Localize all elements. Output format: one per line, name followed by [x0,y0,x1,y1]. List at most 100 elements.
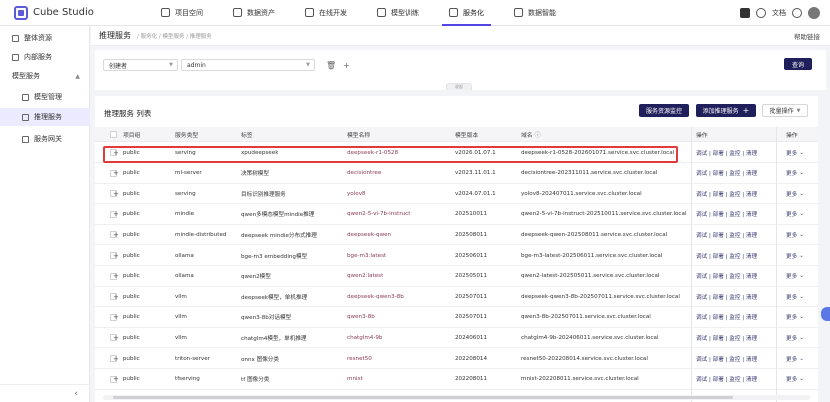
cell-text: v2023.11.01.1 [455,170,496,177]
cell-more[interactable]: 更多 ⌄ [786,267,804,286]
cell-ops[interactable]: 调试 | 部署 | 监控 | 清理 [696,184,757,203]
sidebar-collapse-button[interactable]: ‹ [0,384,90,402]
user-avatar[interactable] [808,7,820,19]
expand-plus-icon[interactable]: + [113,190,119,198]
cell-text: deepseek-qwen [347,231,392,238]
help-link[interactable]: 帮助链接 [794,31,820,41]
sidebar-item-service-gateway[interactable]: 服务网关 [0,130,90,148]
cell-more[interactable]: 更多 ⌄ [786,287,804,306]
col-header-label[interactable]: 标签 [241,127,253,141]
docs-link[interactable]: 文档 [772,8,786,18]
cell-ops[interactable]: 调试 | 部署 | 监控 | 清理 [696,328,757,347]
language-icon[interactable] [740,8,750,18]
nav-online-dev[interactable]: 在线开发 [290,0,362,26]
select-all-checkbox[interactable] [110,127,117,141]
cell-ops[interactable]: 调试 | 部署 | 监控 | 清理 [696,370,757,389]
cell-more[interactable]: 更多 ⌄ [786,308,804,327]
page-title: 推理服务 [99,31,131,40]
cell-domain: qwen3-8b-202507011.service.svc.cluster.l… [521,308,651,327]
nav-data-assets[interactable]: 数据资产 [218,0,290,26]
table-row[interactable]: + public vllm chatglm4模型，单机推理 chatglm4-9b 202… [95,328,818,349]
cell-more[interactable]: 更多 ⌄ [786,328,804,347]
sidebar-group-model-services[interactable]: 模型服务 ▲ [0,67,90,85]
col-header-domain[interactable]: 域名 ⓘ [521,127,541,141]
cube-logo-icon [14,5,28,20]
expand-plus-icon[interactable]: + [113,272,119,280]
cell-text: 更多 [786,315,798,322]
cell-more[interactable]: 更多 ⌄ [786,246,804,265]
nav-model-training[interactable]: 模型训练 [362,0,434,26]
expand-plus-icon[interactable]: + [113,293,119,301]
query-button[interactable]: 查询 [784,58,812,70]
cell-ops[interactable]: 调试 | 部署 | 监控 | 清理 [696,287,757,306]
gateway-icon [22,135,29,143]
cell-text: v2024.07.01.1 [455,190,496,197]
col-header-model[interactable]: 模型名称 [347,127,370,141]
filter-value-select[interactable]: admin ▼ [181,59,315,71]
cell-domain: decisiontree-202311011.service.svc.clust… [521,164,657,183]
sidebar-item-model-management[interactable]: 模型管理 [0,88,90,106]
cell-ops[interactable]: 调试 | 部署 | 监控 | 清理 [696,308,757,327]
cell-more[interactable]: 更多 ⌄ [786,349,804,368]
expand-plus-icon[interactable]: + [113,210,119,218]
table-row[interactable]: + public vllm qwen3-8b对话模型 qwen3-8b 202507011… [95,307,818,328]
expand-plus-icon[interactable]: + [113,313,119,321]
col-header-type[interactable]: 服务类型 [175,127,198,141]
app-logo[interactable]: Cube Studio [14,5,134,20]
collapse-filter-tab[interactable]: 收起 [446,83,472,90]
help-icon[interactable] [792,8,802,18]
cell-text: vllm [175,334,187,341]
col-header-domain-label: 域名 [521,132,533,139]
scrollbar-thumb[interactable] [113,396,733,399]
add-inference-service-button[interactable]: 添加推理服务 + [696,104,756,117]
table-row[interactable]: + public mindie-distributed deepseek mindie… [95,225,818,246]
cell-more[interactable]: 更多 ⌄ [786,225,804,244]
expand-plus-icon[interactable]: + [113,231,119,239]
cell-ops[interactable]: 调试 | 部署 | 监控 | 清理 [696,267,757,286]
floating-side-tab[interactable] [821,307,830,321]
cell-more[interactable]: 更多 ⌄ [786,164,804,183]
horizontal-scrollbar[interactable] [103,395,810,400]
table-row[interactable]: + public tfserving tf 图像分类 mnist 202208011 mni… [95,369,818,390]
expand-plus-icon[interactable]: + [113,169,119,177]
sidebar-item-inference-service[interactable]: 推理服务 [0,108,90,126]
sidebar-item-overall-resources[interactable]: 整体资源 [0,29,90,47]
table-row[interactable]: + public serving 目标识别推理服务 yolov8 v2024.07.01.… [95,184,818,205]
cell-more[interactable]: 更多 ⌄ [786,205,804,224]
cell-text: resnet50 [347,355,372,362]
cell-ops[interactable]: 调试 | 部署 | 监控 | 清理 [696,205,757,224]
table-row[interactable]: + public vllm deepseek模型，单机推理 deepseek-qwen3… [95,287,818,308]
cell-ops[interactable]: 调试 | 部署 | 监控 | 清理 [696,349,757,368]
nav-project-space[interactable]: 项目空间 [146,0,218,26]
cell-more[interactable]: 更多 ⌄ [786,184,804,203]
cell-model: decisiontree [347,164,381,183]
sidebar-item-internal-services[interactable]: 内部服务 [0,48,90,66]
cell-ops[interactable]: 调试 | 部署 | 监控 | 清理 [696,246,757,265]
batch-actions-button[interactable]: 批量操作 ▼ [762,104,808,117]
nav-data-intelligence[interactable]: 数据智能 [499,0,571,26]
sidebar: 整体资源 内部服务 模型服务 ▲ 模型管理 推理服务 服务网关 ‹ [0,26,90,402]
delete-filter-icon[interactable]: 🗑 [326,59,336,71]
cell-more[interactable]: 更多 ⌄ [786,143,804,162]
settings-icon[interactable] [756,8,766,18]
add-filter-icon[interactable]: + [343,59,350,71]
cell-more[interactable]: 更多 ⌄ [786,370,804,389]
nav-serving[interactable]: 服务化 [434,0,499,26]
table-row[interactable]: + public ml-server 决策树模型 decisiontree v2023.1… [95,163,818,184]
cell-ops[interactable]: 调试 | 部署 | 监控 | 清理 [696,225,757,244]
table-row[interactable]: + public ollama qwen2模型 qwen2:latest 20250501… [95,266,818,287]
resource-monitor-button[interactable]: 服务资源监控 [639,104,689,117]
filter-field-select[interactable]: 创建者 ▼ [103,59,178,71]
cell-text: 202507011 [455,293,488,300]
expand-plus-icon[interactable]: + [113,355,119,363]
expand-plus-icon[interactable]: + [113,334,119,342]
cell-ops[interactable]: 调试 | 部署 | 监控 | 清理 [696,143,757,162]
col-header-version[interactable]: 模型版本 [455,127,478,141]
table-row[interactable]: + public ollama bge-m3 embedding模型 bge-m3:la… [95,246,818,266]
table-row[interactable]: + public mindie qwen多模态模型mindie推理 qwen2-5-vl… [95,204,818,225]
expand-plus-icon[interactable]: + [113,252,119,260]
table-row[interactable]: + public triton-server onnx 图像分类 resnet50 202… [95,349,818,369]
cell-ops[interactable]: 调试 | 部署 | 监控 | 清理 [696,164,757,183]
col-header-group[interactable]: 项目组 [123,127,140,141]
expand-plus-icon[interactable]: + [113,375,119,383]
